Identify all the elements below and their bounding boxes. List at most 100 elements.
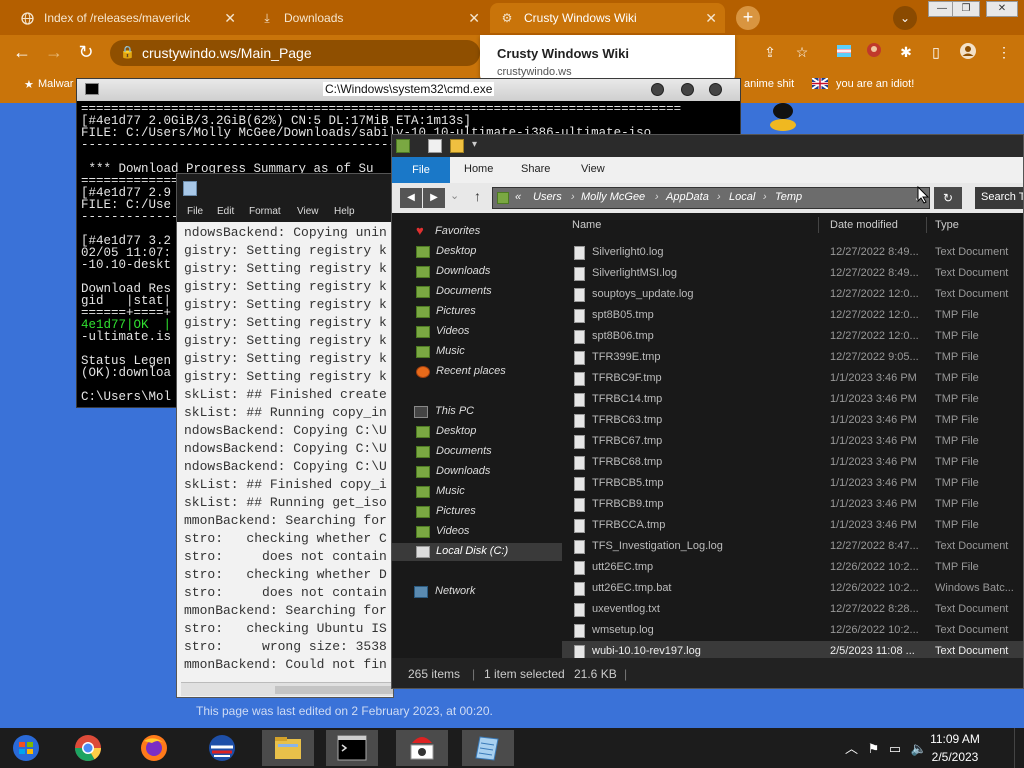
address-bar[interactable]: 🔒 crustywindo.ws/Main_Page	[110, 40, 480, 66]
tab-share[interactable]: Share	[521, 163, 550, 175]
nav-item-documents[interactable]: Documents	[392, 283, 562, 301]
nav-item-documents[interactable]: Documents	[392, 443, 562, 461]
firefox-icon[interactable]	[128, 730, 180, 766]
file-explorer-icon[interactable]	[262, 730, 314, 766]
properties-icon[interactable]	[428, 139, 442, 153]
menu-view[interactable]: View	[297, 206, 319, 217]
notepad-text-area[interactable]: ndowsBackend: Copying unin gistry: Settin…	[184, 224, 387, 674]
file-explorer-window[interactable]: ▾ File Home Share View ◀ ▶ ⌄ ↑ « Users ›…	[391, 134, 1024, 689]
file-row[interactable]: TFRBCB5.tmp 1/1/2023 3:46 PM TMP File	[562, 473, 1023, 494]
file-row[interactable]: Silverlight0.log 12/27/2022 8:49... Text D…	[562, 242, 1023, 263]
bookmark-star-icon[interactable]: ☆	[792, 42, 812, 62]
nav-item-local-disk-c[interactable]: Local Disk (C:)	[392, 543, 562, 561]
tab-downloads[interactable]: ⤓ Downloads ✕	[250, 3, 488, 33]
nav-item-downloads[interactable]: Downloads	[392, 263, 562, 281]
tab-home[interactable]: Home	[464, 163, 493, 175]
file-row[interactable]: wmsetup.log 12/26/2022 10:2... Text Docume…	[562, 620, 1023, 641]
start-button[interactable]	[0, 730, 52, 766]
breadcrumb-temp[interactable]: Temp	[775, 191, 802, 203]
file-row[interactable]: souptoys_update.log 12/27/2022 12:0... Tex…	[562, 284, 1023, 305]
file-row[interactable]: TFRBC14.tmp 1/1/2023 3:46 PM TMP File	[562, 389, 1023, 410]
file-row[interactable]: TFRBC9F.tmp 1/1/2023 3:46 PM TMP File	[562, 368, 1023, 389]
chrome-icon[interactable]	[62, 730, 114, 766]
breadcrumb-molly[interactable]: Molly McGee	[581, 191, 645, 203]
flag-icon[interactable]: ⚑	[868, 741, 880, 756]
notepad-icon[interactable]	[462, 730, 514, 766]
tab-search-button[interactable]: ⌄	[893, 6, 917, 30]
scrollbar-thumb[interactable]	[275, 686, 393, 694]
show-desktop-button[interactable]	[1014, 728, 1024, 768]
file-row[interactable]: spt8B06.tmp 12/27/2022 12:0... TMP File	[562, 326, 1023, 347]
breadcrumb-users[interactable]: Users	[533, 191, 562, 203]
column-type[interactable]: Type	[935, 219, 959, 231]
menu-icon[interactable]: ⋮	[994, 42, 1014, 62]
java-icon[interactable]	[396, 730, 448, 766]
notepad-window[interactable]: File Edit Format View Help ndowsBackend:…	[176, 173, 394, 698]
nav-item-recent-places[interactable]: Recent places	[392, 363, 562, 381]
close-tab-icon[interactable]: ✕	[468, 10, 480, 27]
maximize-button[interactable]	[681, 83, 694, 96]
back-button[interactable]: ◀	[400, 188, 422, 208]
search-input[interactable]: Search T	[975, 187, 1023, 209]
close-window-button[interactable]: ✕	[986, 1, 1018, 17]
nav-item-music[interactable]: Music	[392, 343, 562, 361]
bookmark-idiot[interactable]: you are an idiot!	[836, 78, 914, 90]
close-tab-icon[interactable]: ✕	[224, 10, 236, 27]
column-name[interactable]: Name	[572, 219, 601, 231]
tab-crusty-wiki[interactable]: ⚙ Crusty Windows Wiki ✕	[490, 3, 725, 33]
explorer-titlebar[interactable]: ▾	[392, 135, 1023, 157]
account-icon[interactable]	[958, 42, 978, 62]
column-divider[interactable]	[926, 217, 927, 233]
breadcrumb-local[interactable]: Local	[729, 191, 755, 203]
nav-item-desktop[interactable]: Desktop	[392, 243, 562, 261]
file-row[interactable]: TFRBCB9.tmp 1/1/2023 3:46 PM TMP File	[562, 494, 1023, 515]
file-row[interactable]: TFR399E.tmp 12/27/2022 9:05... TMP File	[562, 347, 1023, 368]
extensions-icon[interactable]: ✱	[896, 42, 916, 62]
back-button[interactable]: ←	[10, 40, 34, 64]
nav-item-music[interactable]: Music	[392, 483, 562, 501]
nav-network[interactable]: Network	[392, 583, 562, 601]
menu-help[interactable]: Help	[334, 206, 355, 217]
profile-extension-icon[interactable]	[864, 42, 884, 62]
column-date[interactable]: Date modified	[830, 219, 898, 231]
clock[interactable]: 11:09 AM 2/5/2023	[925, 730, 985, 766]
breadcrumb[interactable]: « Users › Molly McGee › AppData › Local …	[492, 187, 930, 209]
share-icon[interactable]: ⇪	[760, 42, 780, 62]
menu-edit[interactable]: Edit	[217, 206, 234, 217]
tab-file[interactable]: File	[392, 157, 450, 183]
nav-item-pictures[interactable]: Pictures	[392, 503, 562, 521]
bookmark-malwar[interactable]: Malwar	[38, 78, 73, 90]
new-tab-button[interactable]: +	[736, 6, 760, 30]
tab-releases[interactable]: Index of /releases/maverick ✕	[10, 3, 244, 33]
up-arrow-icon[interactable]: ↑	[474, 188, 481, 204]
network-icon[interactable]: ▭	[889, 741, 901, 756]
forward-button[interactable]: →	[42, 40, 66, 64]
tab-view[interactable]: View	[581, 163, 605, 175]
maximize-button[interactable]: ❐	[952, 1, 980, 17]
nav-item-pictures[interactable]: Pictures	[392, 303, 562, 321]
nav-this-pc[interactable]: This PC	[392, 403, 562, 421]
show-hidden-icons[interactable]: ︿	[845, 741, 858, 756]
menu-file[interactable]: File	[187, 206, 203, 217]
new-folder-icon[interactable]	[450, 139, 464, 153]
close-button[interactable]	[709, 83, 722, 96]
column-divider[interactable]	[818, 217, 819, 233]
menu-format[interactable]: Format	[249, 206, 281, 217]
file-row[interactable]: TFRBC68.tmp 1/1/2023 3:46 PM TMP File	[562, 452, 1023, 473]
nav-item-downloads[interactable]: Downloads	[392, 463, 562, 481]
nav-item-desktop[interactable]: Desktop	[392, 423, 562, 441]
minimize-button[interactable]	[651, 83, 664, 96]
side-panel-icon[interactable]: ▯	[926, 42, 946, 62]
file-row[interactable]: TFS_Investigation_Log.log 12/27/2022 8:47…	[562, 536, 1023, 557]
cmd-titlebar[interactable]: C:\Windows\system32\cmd.exe	[77, 79, 740, 101]
recent-locations-icon[interactable]: ⌄	[450, 189, 459, 202]
flag-extension-icon[interactable]	[834, 42, 854, 62]
horizontal-scrollbar[interactable]	[181, 682, 393, 696]
nav-favorites[interactable]: ♥ Favorites	[392, 223, 562, 241]
file-row[interactable]: SilverlightMSI.log 12/27/2022 8:49... Text…	[562, 263, 1023, 284]
breadcrumb-appdata[interactable]: AppData	[666, 191, 709, 203]
nav-item-videos[interactable]: Videos	[392, 523, 562, 541]
close-tab-icon[interactable]: ✕	[705, 10, 717, 27]
file-row[interactable]: utt26EC.tmp.bat 12/26/2022 10:2... Windows…	[562, 578, 1023, 599]
refresh-button[interactable]: ↻	[934, 187, 962, 209]
